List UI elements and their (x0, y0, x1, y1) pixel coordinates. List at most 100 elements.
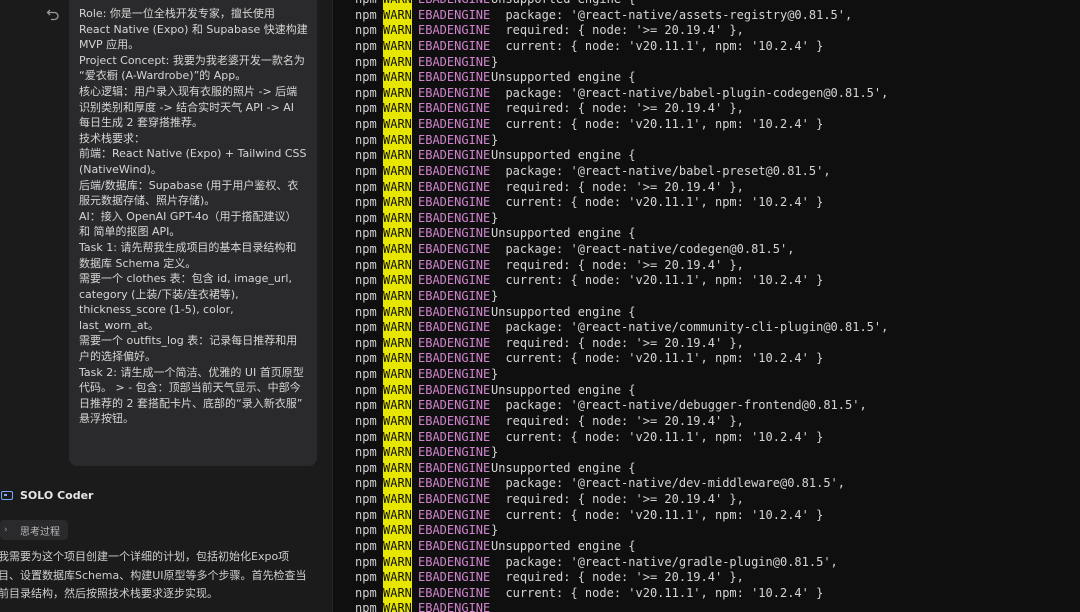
terminal-line: npm WARN EBADENGINE current: { node: 'v20.… (355, 273, 888, 289)
warn-badge: WARN (383, 492, 412, 508)
chevron-right-icon: › (4, 525, 8, 535)
user-message-bubble: Role: 你是一位全栈开发专家，擅长使用 React Native (Expo)… (69, 0, 317, 466)
terminal-output: npmWARNEBADENGINEUnsupported engine {npm… (355, 0, 888, 612)
error-code: EBADENGINE (418, 288, 491, 303)
prompt-line: “爱衣橱 (A-Wardrobe)”的 App。 (79, 69, 247, 83)
error-code: EBADENGINE (418, 132, 491, 147)
warn-badge: WARN (383, 70, 412, 86)
prompt-line: 识别类别和厚度 -> 结合实时天气 API -> AI (79, 100, 295, 114)
error-code: EBADENGINE (418, 476, 491, 491)
warn-badge: WARN (383, 85, 412, 102)
prompt-line: 悬浮按钮。 (79, 412, 134, 426)
error-code: EBADENGINE (418, 492, 491, 506)
npm-prefix: npm (355, 335, 377, 350)
terminal-line: npm WARN EBADENGINEUnsupported engine { (355, 70, 888, 86)
warn-badge: WARN (383, 554, 412, 571)
error-code: EBADENGINE (418, 351, 491, 366)
log-message: required: { node: '>= 20.19.4' }, (491, 492, 744, 506)
npm-prefix: npm (355, 210, 377, 225)
warn-badge: WARN (383, 367, 412, 383)
error-code: EBADENGINE (418, 320, 491, 335)
warn-badge: WARN (383, 273, 412, 289)
log-message: required: { node: '>= 20.19.4' }, (491, 179, 744, 194)
prompt-line: 前端：React Native (Expo) + Tailwind CSS (79, 147, 307, 161)
warn-badge: WARN (383, 445, 412, 461)
log-message: package: '@react-native/debugger-fronten… (491, 398, 867, 413)
error-code: EBADENGINE (418, 70, 491, 85)
warn-badge: WARN (383, 23, 412, 39)
warn-badge: WARN (383, 476, 412, 492)
terminal-line: npm WARN EBADENGINE package: '@react-nativ… (355, 398, 888, 414)
agent-name: SOLO Coder (20, 488, 94, 502)
log-message: current: { node: 'v20.11.1', npm: '10.2.… (491, 195, 824, 210)
npm-prefix: npm (355, 413, 377, 428)
error-code: EBADENGINE (418, 429, 491, 444)
npm-prefix: npm (355, 523, 377, 538)
npm-prefix: npm (355, 476, 377, 491)
npm-prefix: npm (355, 117, 377, 131)
warn-badge: WARN (383, 538, 412, 555)
terminal-line: npm WARN EBADENGINEUnsupported engine { (355, 304, 888, 321)
warn-badge: WARN (383, 38, 412, 55)
log-message: Unsupported engine { (491, 460, 636, 475)
log-message: package: '@react-native/community-cli-pl… (491, 320, 889, 335)
error-code: EBADENGINE (418, 335, 491, 350)
error-code: EBADENGINE (418, 460, 491, 475)
warn-badge: WARN (383, 7, 412, 24)
warn-badge: WARN (383, 163, 412, 180)
error-code: EBADENGINE (418, 367, 491, 381)
terminal-line: npm WARN EBADENGINE package: '@react-nativ… (355, 476, 888, 492)
error-code: EBADENGINE (418, 554, 491, 569)
npm-prefix: npm (355, 195, 377, 210)
warn-badge: WARN (383, 101, 412, 117)
warn-badge: WARN (383, 304, 412, 321)
log-message: required: { node: '>= 20.19.4' }, (491, 23, 744, 38)
error-code: EBADENGINE (418, 413, 491, 428)
prompt-line: MVP 应用。 (79, 38, 140, 52)
prompt-line: 数据库 Schema 定义。 (79, 256, 197, 270)
prompt-line: thickness_score (1-5), color, last_worn_… (79, 303, 234, 332)
log-message: } (491, 445, 499, 460)
npm-prefix: npm (355, 179, 377, 194)
log-message: } (491, 288, 499, 303)
log-message: Unsupported engine { (491, 148, 636, 163)
log-message: Unsupported engine { (491, 382, 636, 397)
terminal-line: npm WARN EBADENGINE current: { node: 'v20.… (355, 195, 888, 211)
npm-prefix: npm (355, 288, 377, 303)
warn-badge: WARN (383, 242, 412, 258)
terminal-line: npm WARN EBADENGINE} (355, 367, 888, 383)
terminal-line: npm WARN EBADENGINE package: '@react-nativ… (355, 554, 888, 571)
terminal-line: npm WARN EBADENGINE package: '@react-nativ… (355, 85, 888, 102)
agent-header: SOLO Coder (0, 486, 93, 504)
terminal-panel[interactable]: npmWARNEBADENGINEUnsupported engine {npm… (332, 0, 1080, 612)
npm-prefix: npm (355, 23, 377, 38)
terminal-line: npm WARN EBADENGINE required: { node: '>= … (355, 570, 888, 586)
warn-badge: WARN (383, 132, 412, 149)
terminal-line: npm WARN EBADENGINE package: '@react-nativ… (355, 242, 888, 258)
npm-prefix: npm (355, 570, 377, 585)
terminal-line: npm WARN EBADENGINEUnsupported engine { (355, 382, 888, 399)
npm-prefix: npm (355, 54, 377, 69)
terminal-line: npm WARN EBADENGINE} (355, 54, 888, 71)
warn-badge: WARN (383, 148, 412, 164)
error-code: EBADENGINE (418, 445, 491, 460)
log-message: package: '@react-native/codegen@0.81.5', (491, 242, 795, 256)
log-message: required: { node: '>= 20.19.4' }, (491, 101, 744, 116)
warn-badge: WARN (383, 398, 412, 414)
undo-icon[interactable] (46, 6, 62, 22)
terminal-line: npm WARN EBADENGINE} (355, 523, 888, 539)
error-code: EBADENGINE (418, 163, 491, 178)
prompt-line: 核心逻辑：用户录入现有衣服的照片 -> 后端 (79, 84, 298, 98)
terminal-line: npm WARN EBADENGINE current: { node: 'v20.… (355, 38, 888, 55)
terminal-line: npm WARN EBADENGINE} (355, 132, 888, 149)
terminal-line: npm WARN EBADENGINE (355, 601, 888, 612)
npm-prefix: npm (355, 163, 377, 178)
thought-process-toggle[interactable]: › 思考过程 (0, 520, 68, 540)
warn-badge: WARN (383, 601, 412, 612)
prompt-line: Project Concept: 我要为我老婆开发一款名为 (79, 53, 305, 67)
warn-badge: WARN (383, 413, 412, 430)
error-code: EBADENGINE (418, 570, 491, 585)
error-code: EBADENGINE (418, 38, 491, 53)
npm-prefix: npm (355, 226, 377, 241)
npm-prefix: npm (355, 429, 377, 444)
